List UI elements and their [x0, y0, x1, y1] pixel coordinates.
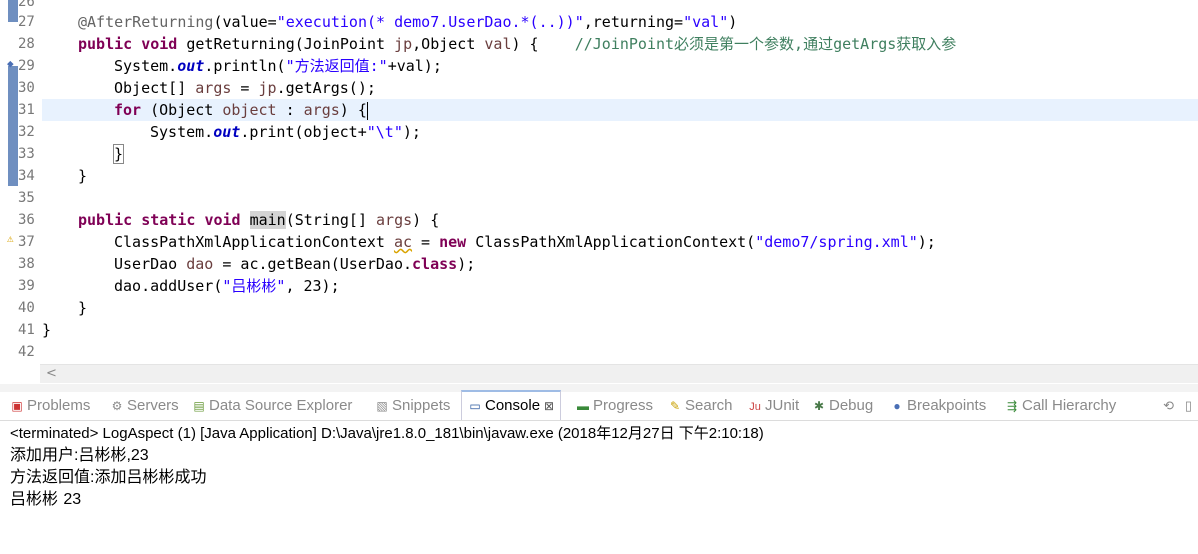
- code-line: 30 Object[] args = jp.getArgs();: [0, 77, 1198, 99]
- code-line: 42: [0, 341, 1198, 363]
- code-line: ⚠ 37 ClassPathXmlApplicationContext ac =…: [0, 231, 1198, 253]
- sync-icon[interactable]: ⟲: [1163, 398, 1174, 413]
- text-caret: [366, 101, 368, 120]
- code-line: ◆ 29 System.out.println("方法返回值:"+val);: [0, 55, 1198, 77]
- console-output-line: 吕彬彬 23: [10, 491, 82, 508]
- code-line: 35: [0, 187, 1198, 209]
- code-text: }: [78, 299, 88, 317]
- code-editor[interactable]: 26 27 @AfterReturning(value="execution(*…: [0, 0, 1198, 364]
- junit-icon: Ju: [749, 401, 761, 413]
- code-text: System.out.println("方法返回值:"+val);: [114, 57, 442, 75]
- console-output-line: 添加用户:吕彬彬,23: [10, 447, 149, 464]
- tab-snippets[interactable]: ▧ Snippets: [375, 392, 450, 420]
- code-line: 40 }: [0, 297, 1198, 319]
- pin-icon[interactable]: ▯: [1185, 398, 1192, 413]
- tab-console[interactable]: ▭ Console ⊠: [461, 390, 562, 420]
- tab-call-hierarchy[interactable]: ⇶ Call Hierarchy: [1005, 392, 1116, 420]
- code-line: 32 System.out.print(object+"\t");: [0, 121, 1198, 143]
- tab-search[interactable]: ✎ Search: [668, 392, 733, 420]
- code-text: for (Object object : args) {: [114, 101, 368, 120]
- line-number: 42: [18, 344, 35, 360]
- console-output-line: 方法返回值:添加吕彬彬成功: [10, 469, 207, 486]
- console-status: <terminated> LogAspect (1) [Java Applica…: [10, 425, 764, 442]
- code-text: Object[] args = jp.getArgs();: [114, 79, 376, 97]
- console-icon: ▭: [469, 399, 481, 413]
- code-text: }: [42, 321, 52, 339]
- tab-breakpoints[interactable]: ● Breakpoints: [890, 392, 986, 420]
- panel-divider[interactable]: [0, 384, 1198, 392]
- line-number: 30: [18, 80, 35, 96]
- tab-debug[interactable]: ✱ Debug: [812, 392, 873, 420]
- code-line: 31 for (Object object : args) {: [0, 99, 1198, 121]
- progress-icon: ▬: [577, 399, 589, 413]
- line-number: 29: [18, 58, 35, 74]
- code-line: 36 public static void main(String[] args…: [0, 209, 1198, 231]
- code-text: System.out.print(object+"\t");: [150, 123, 421, 141]
- horizontal-scrollbar[interactable]: <: [40, 364, 1198, 383]
- bug-icon: ✱: [813, 399, 825, 413]
- snippets-icon: ▧: [376, 399, 388, 413]
- line-number: 35: [18, 190, 35, 206]
- tab-problems[interactable]: ▣ Problems: [10, 392, 90, 420]
- scroll-left-icon[interactable]: <: [46, 365, 57, 383]
- tab-progress[interactable]: ▬ Progress: [576, 392, 653, 420]
- tab-data-source-explorer[interactable]: ▤ Data Source Explorer: [192, 392, 352, 420]
- warning-marker-icon[interactable]: ⚠: [7, 232, 14, 245]
- code-text: @AfterReturning(value="execution(* demo7…: [78, 13, 738, 31]
- line-number: 37: [18, 234, 35, 250]
- breakpoint-icon: ●: [893, 399, 901, 413]
- code-text: UserDao dao = ac.getBean(UserDao.class);: [114, 255, 476, 273]
- code-line: 38 UserDao dao = ac.getBean(UserDao.clas…: [0, 253, 1198, 275]
- code-text: public static void main(String[] args) {: [78, 211, 440, 229]
- code-line: 34 }: [0, 165, 1198, 187]
- line-number: 33: [18, 146, 35, 162]
- problems-icon: ▣: [11, 399, 23, 413]
- override-marker-icon[interactable]: ◆: [7, 57, 14, 70]
- code-text: }: [78, 167, 88, 185]
- line-number: 28: [18, 36, 35, 52]
- code-line: 27 @AfterReturning(value="execution(* de…: [0, 11, 1198, 33]
- bottom-panel-tabs: ▣ Problems ⚙ Servers ▤ Data Source Explorer…: [0, 390, 1198, 421]
- code-line: 41 }: [0, 319, 1198, 341]
- console-view[interactable]: <terminated> LogAspect (1) [Java Applica…: [0, 421, 1198, 554]
- line-number: 27: [18, 14, 35, 30]
- occurrence-highlight: main: [249, 211, 286, 229]
- code-text: }: [42, 143, 125, 165]
- matching-bracket: }: [112, 144, 125, 164]
- database-icon: ▤: [193, 399, 205, 413]
- code-text: public void getReturning(JoinPoint jp,Ob…: [78, 35, 957, 53]
- line-number: 39: [18, 278, 35, 294]
- close-icon[interactable]: ⊠: [544, 399, 554, 413]
- code-text: dao.addUser("吕彬彬", 23);: [114, 277, 340, 295]
- tab-junit[interactable]: Ju JUnit: [748, 392, 799, 420]
- view-toolbar: ⟲ ▯: [1163, 392, 1192, 420]
- line-number: 40: [18, 300, 35, 316]
- line-number: 38: [18, 256, 35, 272]
- search-icon: ✎: [669, 399, 681, 413]
- code-line: 28 public void getReturning(JoinPoint jp…: [0, 33, 1198, 55]
- line-number: 36: [18, 212, 35, 228]
- code-text: ClassPathXmlApplicationContext ac = new …: [114, 233, 936, 251]
- line-number: 31: [18, 102, 35, 118]
- hierarchy-icon: ⇶: [1006, 399, 1018, 413]
- tab-servers[interactable]: ⚙ Servers: [110, 392, 179, 420]
- line-number: 41: [18, 322, 35, 338]
- servers-icon: ⚙: [111, 399, 123, 413]
- line-number: 34: [18, 168, 35, 184]
- code-line: 39 dao.addUser("吕彬彬", 23);: [0, 275, 1198, 297]
- line-number: 32: [18, 124, 35, 140]
- code-line: 33 }: [0, 143, 1198, 165]
